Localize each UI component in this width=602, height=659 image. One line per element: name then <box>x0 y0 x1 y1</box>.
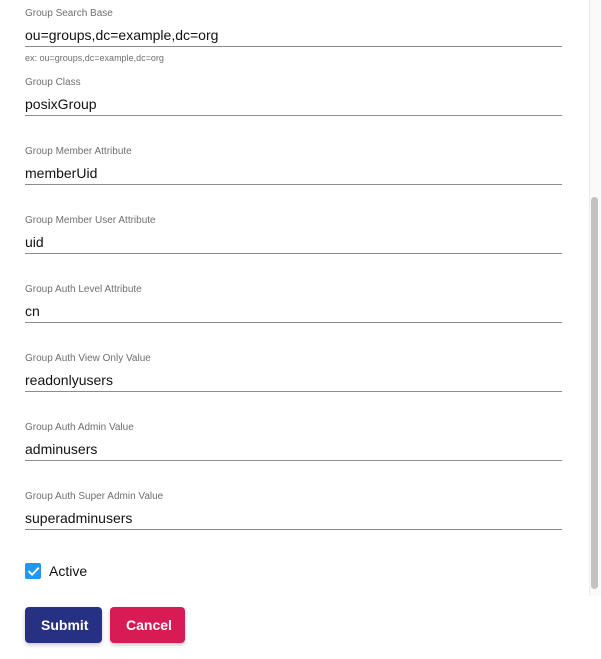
scrollbar-thumb[interactable] <box>591 197 598 589</box>
active-checkbox-row[interactable]: Active <box>25 562 87 580</box>
cancel-button[interactable]: Cancel <box>110 607 185 643</box>
group-member-user-attribute-field: Group Member User Attribute <box>25 215 562 255</box>
group-class-label: Group Class <box>25 77 81 88</box>
group-auth-level-attribute-label: Group Auth Level Attribute <box>25 284 142 295</box>
group-search-base-label: Group Search Base <box>25 8 113 19</box>
group-auth-admin-value-input[interactable] <box>25 437 562 461</box>
group-auth-admin-value-field: Group Auth Admin Value <box>25 422 562 462</box>
group-member-attribute-label: Group Member Attribute <box>25 146 132 157</box>
group-auth-level-attribute-input[interactable] <box>25 299 562 323</box>
group-search-base-helper-text: ex: ou=groups,dc=example,dc=org <box>25 53 164 63</box>
group-member-attribute-field: Group Member Attribute <box>25 146 562 186</box>
group-search-base-field: Group Search Base ex: ou=groups,dc=examp… <box>25 8 562 66</box>
form-actions: Submit Cancel <box>25 607 185 643</box>
group-auth-super-admin-value-field: Group Auth Super Admin Value <box>25 491 562 531</box>
group-class-input[interactable] <box>25 92 562 116</box>
submit-button[interactable]: Submit <box>25 607 102 643</box>
active-checkbox[interactable] <box>25 563 41 579</box>
active-label: Active <box>49 563 88 579</box>
form-scroll-area[interactable]: Group Search Base ex: ou=groups,dc=examp… <box>0 0 588 596</box>
checkmark-icon <box>27 566 39 576</box>
group-class-field: Group Class <box>25 77 562 117</box>
group-auth-view-only-value-label: Group Auth View Only Value <box>25 353 151 364</box>
group-member-user-attribute-input[interactable] <box>25 230 562 254</box>
group-search-base-input[interactable] <box>25 23 562 47</box>
group-auth-level-attribute-field: Group Auth Level Attribute <box>25 284 562 324</box>
group-auth-admin-value-label: Group Auth Admin Value <box>25 422 134 433</box>
group-member-user-attribute-label: Group Member User Attribute <box>25 215 156 226</box>
group-member-attribute-input[interactable] <box>25 161 562 185</box>
group-auth-super-admin-value-input[interactable] <box>25 506 562 530</box>
ldap-group-settings-form: Group Search Base ex: ou=groups,dc=examp… <box>0 0 602 659</box>
group-auth-super-admin-value-label: Group Auth Super Admin Value <box>25 491 164 502</box>
group-auth-view-only-value-field: Group Auth View Only Value <box>25 353 562 393</box>
group-auth-view-only-value-input[interactable] <box>25 368 562 392</box>
